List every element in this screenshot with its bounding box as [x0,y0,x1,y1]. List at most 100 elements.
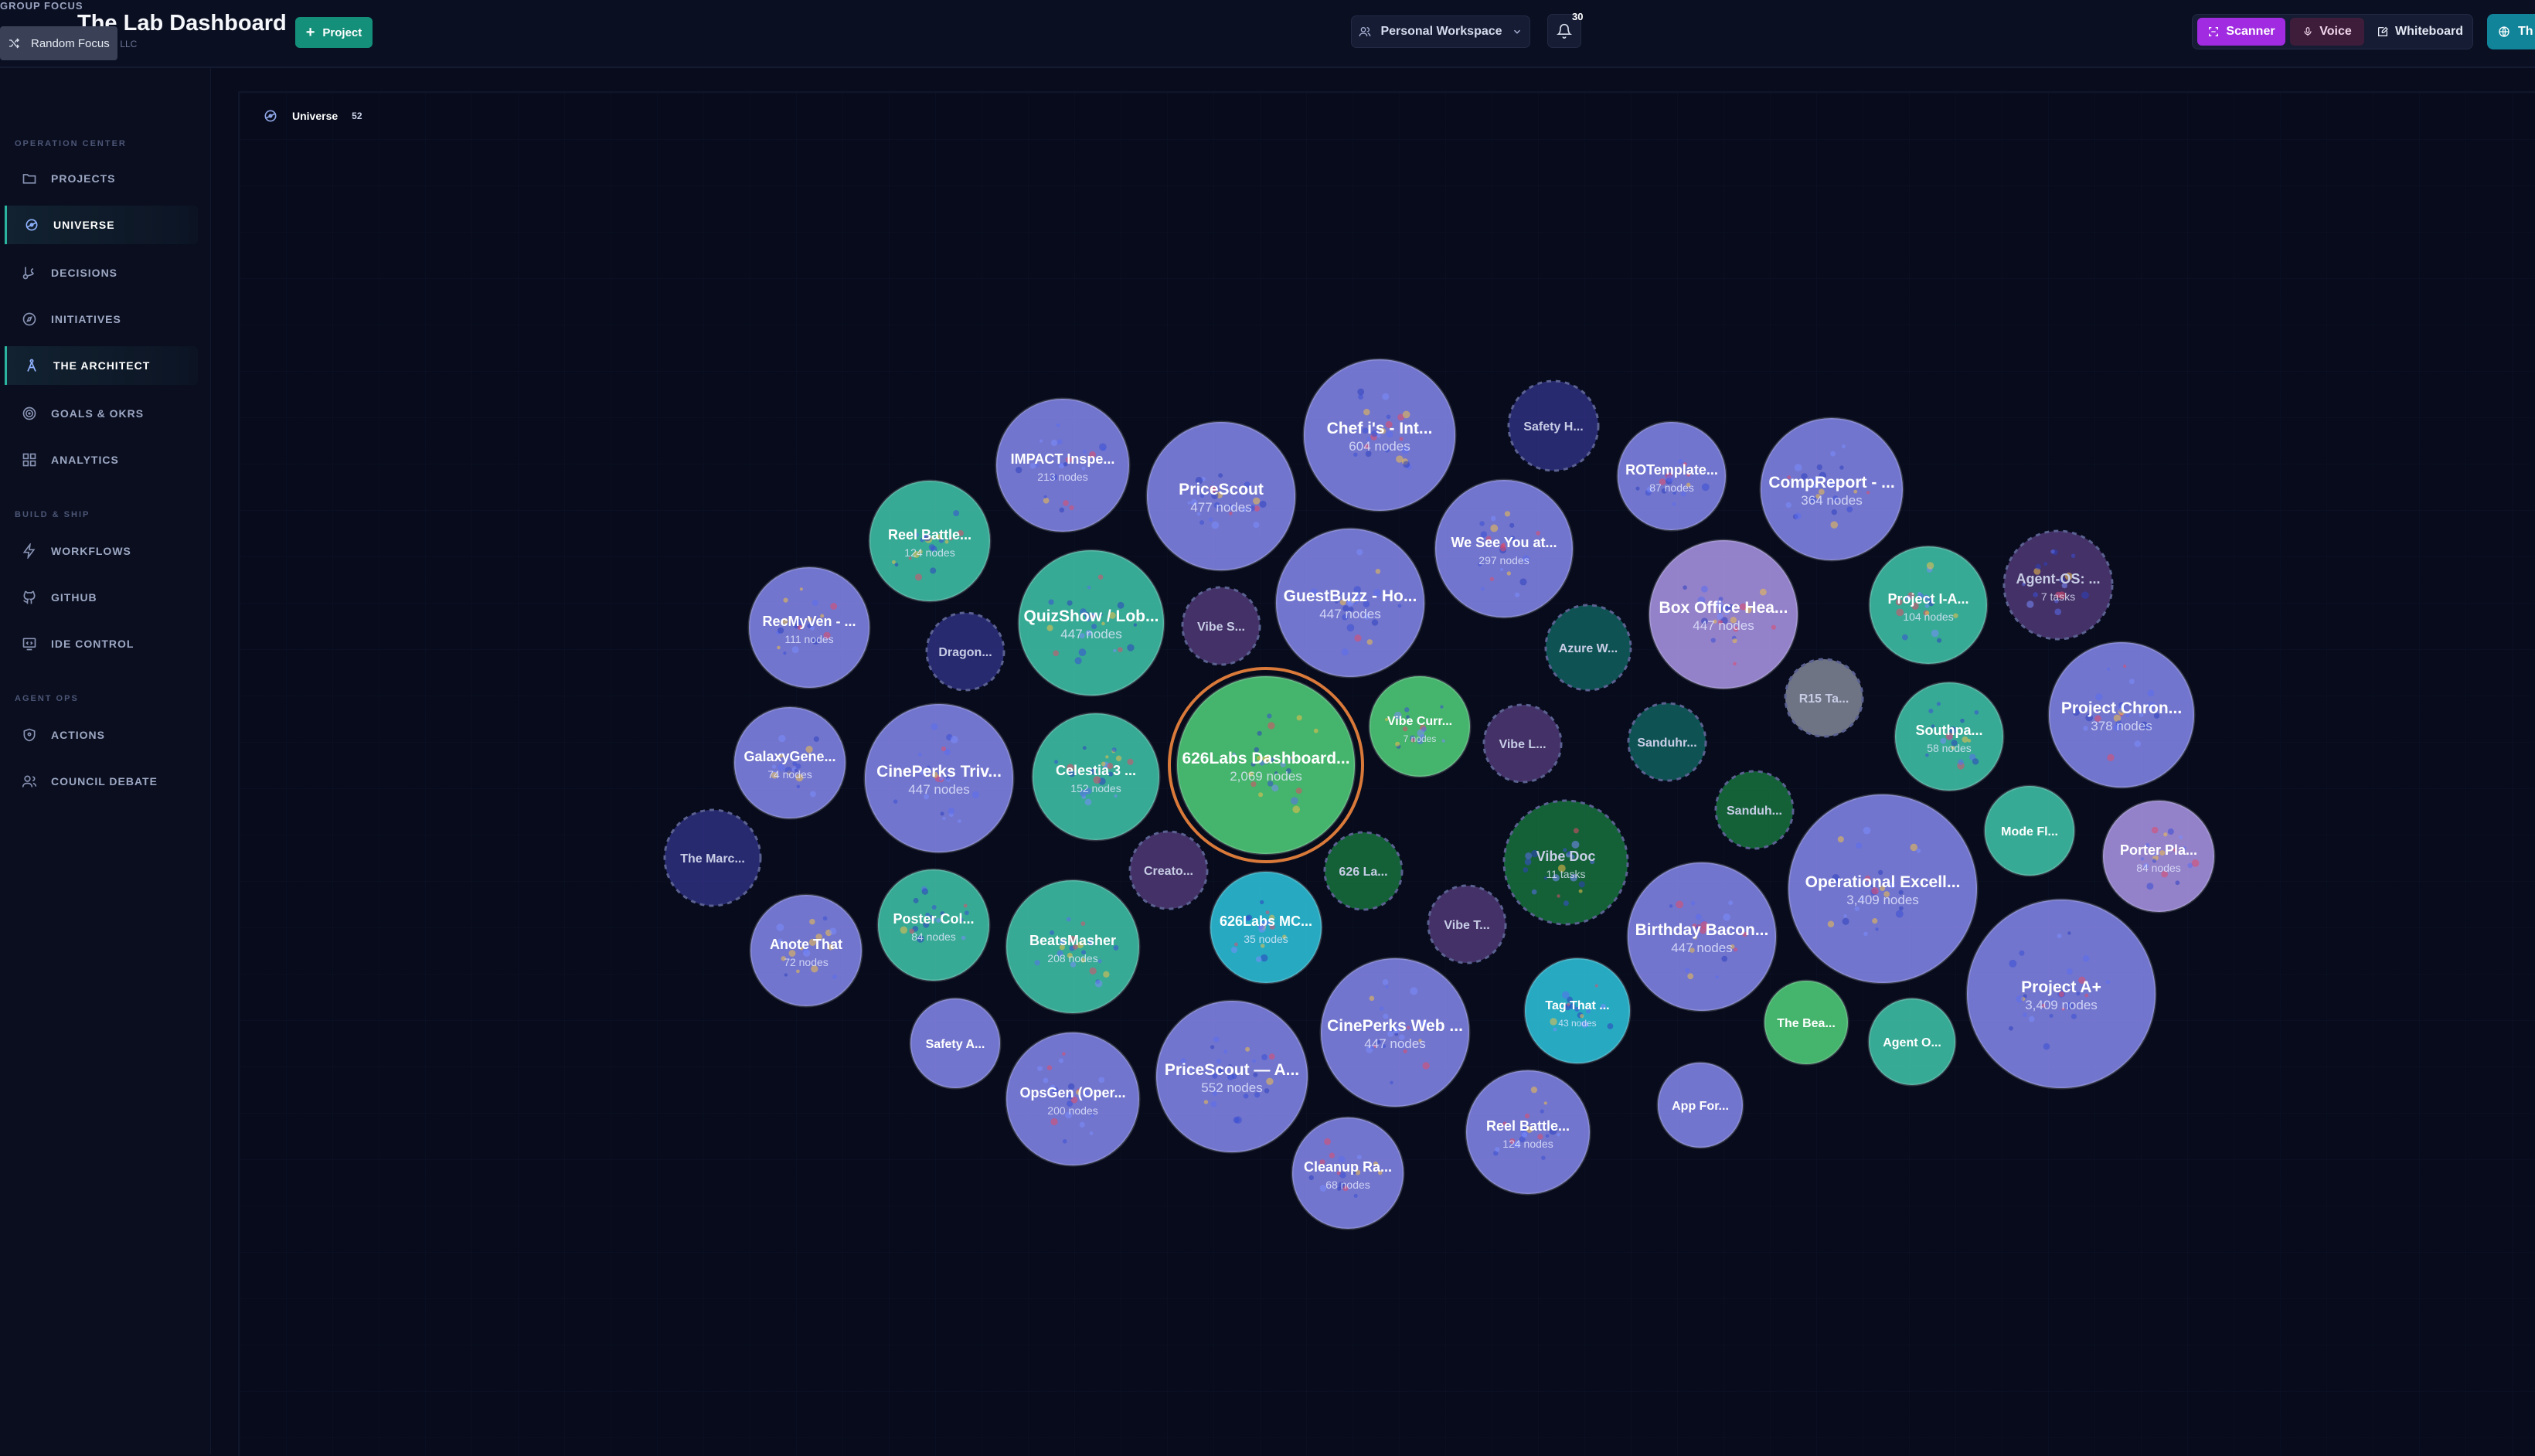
sidebar: OPERATION CENTER PROJECTS UNIVERSE DECIS… [0,68,211,1454]
universe-canvas[interactable]: Universe 52 [238,91,2535,1456]
node-dot [1211,521,1220,529]
bubble-node-count: 447 nodes [1060,627,1121,641]
node-dot [1553,1027,1557,1032]
project-bubble-we-see-you-at-7[interactable]: We See You at... 297 nodes [1434,478,1574,619]
add-project-button[interactable]: + Project [295,17,373,48]
sidebar-item-workflows[interactable]: WORKFLOWS [5,532,198,570]
project-bubble-galaxygene-18[interactable]: GalaxyGene... 74 nodes [733,706,847,820]
sidebar-item-universe[interactable]: UNIVERSE [5,206,198,244]
project-bubble-anote-that-36[interactable]: Anote That 72 nodes [749,893,863,1008]
section-build-ship: BUILD & SHIP [15,510,90,519]
project-bubble-box-office-hea-14[interactable]: Box Office Hea...447 nodes [1648,539,1799,690]
node-dot [829,927,837,935]
breadcrumb-universe[interactable]: Universe [292,110,338,122]
project-bubble-guestbuzz-ho-12[interactable]: GuestBuzz - Ho... 447 nodes [1274,527,1426,679]
node-dot [1728,900,1734,906]
project-bubble-opsgen-oper-48[interactable]: OpsGen (Oper... 200 nodes [1005,1031,1141,1167]
node-dot [1081,466,1086,471]
project-bubble-vibe-curr-22[interactable]: Vibe Curr... 7 nodes [1368,675,1472,778]
project-bubble-safety-a-42[interactable]: Safety A... [909,997,1002,1090]
bubble-node-count: 447 nodes [1364,1036,1425,1051]
project-bubble-southpa-25[interactable]: Southpa... 58 nodes [1894,681,2005,792]
node-dot [1271,784,1279,792]
project-bubble-poster-col-35[interactable]: Poster Col... 84 nodes [876,868,991,982]
node-dot [1843,914,1847,918]
sidebar-item-council-debate[interactable]: COUNCIL DEBATE [5,762,198,801]
lightning-icon [22,543,36,559]
project-bubble-cineperks-triv-19[interactable]: CinePerks Triv...447 nodes [863,702,1015,854]
project-bubble-recmyven-8[interactable]: RecMyVen - ... 111 nodes [747,566,871,689]
bubble-label: Mode Fl... [2001,825,2058,839]
project-bubble-agent-os-16[interactable]: Agent-OS: ... 7 tasks [2002,529,2114,641]
project-bubble-project-a-41[interactable]: Project A+ 3,409 nodes [1965,898,2157,1090]
sidebar-item-github[interactable]: GITHUB [5,578,198,617]
project-bubble-project-chron-26[interactable]: Project Chron... 378 nodes [2047,641,2196,789]
project-bubble-cleanup-ra-51[interactable]: Cleanup Ra... 68 nodes [1291,1116,1405,1230]
node-dot [1875,927,1879,931]
project-bubble-quizshow-lob-10[interactable]: QuizShow / Lob... 447 nodes [1017,549,1165,697]
sidebar-item-analytics[interactable]: ANALYTICS [5,441,198,479]
project-bubble-chef-i-s-int-2[interactable]: Chef i's - Int... 604 nodes [1302,358,1457,512]
project-bubble-vibe-l-23[interactable]: Vibe L... [1482,703,1563,784]
project-bubble-vibe-t-39[interactable]: Vibe T... [1427,884,1507,964]
project-bubble-cineperks-web-46[interactable]: CinePerks Web ...447 nodes [1319,957,1471,1108]
project-bubble-project-i-a-15[interactable]: Project I-A... 104 nodes [1868,545,1989,665]
scanner-button[interactable]: Scanner [2197,18,2285,46]
extra-tool-button[interactable]: Th [2487,14,2535,49]
sidebar-item-decisions[interactable]: DECISIONS [5,253,198,292]
sidebar-item-goals-okrs[interactable]: GOALS & OKRS [5,394,198,433]
project-bubble-tag-that-43[interactable]: Tag That ... 43 nodes [1523,957,1632,1065]
sidebar-item-actions[interactable]: ACTIONS [5,716,198,754]
project-bubble-vibe-s-11[interactable]: Vibe S... [1181,586,1261,666]
project-bubble-the-bea-44[interactable]: The Bea... [1763,979,1849,1066]
sidebar-item-the-architect[interactable]: THE ARCHITECT [5,346,198,385]
project-bubble-impact-inspe-0[interactable]: IMPACT Inspe... 213 nodes [995,397,1131,533]
node-dot [830,603,838,610]
node-dot [1097,574,1104,580]
node-dot [1043,1077,1049,1083]
project-bubble-sanduh-28[interactable]: Sanduh... [1714,770,1795,850]
project-bubble-agent-o-45[interactable]: Agent O... [1867,997,1957,1087]
node-dot [1830,451,1836,457]
scanner-label: Scanner [2226,25,2275,38]
voice-button[interactable]: Voice [2290,18,2364,46]
sidebar-item-initiatives[interactable]: INITIATIVES [5,300,198,338]
project-bubble-creato-31[interactable]: Creato... [1128,830,1209,910]
project-bubble-pricescout-a-47[interactable]: PriceScout — A...552 nodes [1155,999,1309,1154]
project-bubble-app-for-49[interactable]: App For... [1656,1061,1744,1149]
project-bubble-mode-fl-29[interactable]: Mode Fl... [1983,784,2076,877]
project-bubble-626labs-mc-38[interactable]: 626Labs MC... 35 nodes [1209,870,1323,985]
bubble-label: CinePerks Triv... [876,763,1002,781]
project-bubble-r15-ta-17[interactable]: R15 Ta... [1784,658,1864,738]
project-bubble-dragon-9[interactable]: Dragon... [925,611,1005,692]
project-bubble-azure-w-13[interactable]: Azure W... [1544,604,1632,692]
workspace-selector[interactable]: Personal Workspace [1351,15,1530,48]
project-bubble-vibe-doc-33[interactable]: Vibe Doc 11 tasks [1502,799,1629,926]
project-bubble-compreport-5[interactable]: CompReport - ...364 nodes [1759,417,1904,562]
node-dot [796,969,800,974]
project-bubble-beatsmasher-37[interactable]: BeatsMasher 208 nodes [1005,879,1141,1015]
random-focus-button[interactable]: Random Focus [0,26,117,60]
project-bubble-celestia-3-20[interactable]: Celestia 3 ... 152 nodes [1031,712,1161,842]
project-bubble-the-marc-27[interactable]: The Marc... [663,808,762,907]
folder-icon [22,174,36,184]
project-bubble-reel-battle-50[interactable]: Reel Battle... 124 nodes [1465,1069,1591,1196]
project-bubble-porter-pla-30[interactable]: Porter Pla... 84 nodes [2101,799,2216,913]
sidebar-item-ide-control[interactable]: IDE CONTROL [5,624,198,663]
bubble-label: 626Labs Dashboard... [1182,750,1349,767]
whiteboard-button[interactable]: Whiteboard [2367,18,2472,46]
node-dot [1827,920,1835,928]
sidebar-item-projects[interactable]: PROJECTS [5,159,198,198]
node-dot [1098,1077,1105,1083]
bubble-label: The Bea... [1777,1017,1836,1030]
project-bubble-safety-h-3[interactable]: Safety H... [1507,379,1600,472]
project-bubble-sanduhr-24[interactable]: Sanduhr... [1627,702,1707,782]
project-bubble-birthday-bacon-40[interactable]: Birthday Bacon... 447 nodes [1626,861,1778,1012]
project-bubble-operational-excell-34[interactable]: Operational Excell... 3,409 nodes [1787,793,1979,985]
project-bubble-rotemplate-4[interactable]: ROTemplate... 87 nodes [1616,420,1727,532]
project-bubble-626labs-dashboard-21[interactable]: 626Labs Dashboard... 2,069 nodes [1168,667,1364,863]
project-bubble-pricescout-1[interactable]: PriceScout 477 nodes [1145,420,1297,572]
project-bubble-626-la-32[interactable]: 626 La... [1323,831,1404,911]
project-bubble-reel-battle-6[interactable]: Reel Battle... 124 nodes [868,479,992,603]
bubble-label: GuestBuzz - Ho... [1284,587,1417,605]
